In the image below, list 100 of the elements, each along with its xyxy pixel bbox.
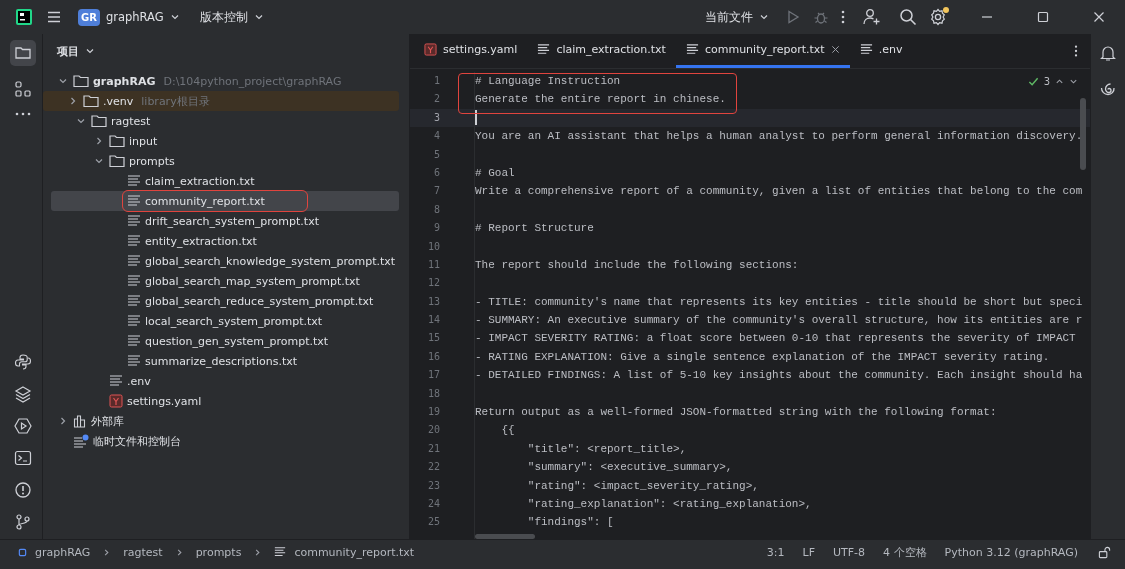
chevron-right-icon xyxy=(102,547,112,557)
breadcrumb[interactable]: prompts xyxy=(195,545,242,559)
chevron-down-icon[interactable] xyxy=(76,116,86,126)
status-item[interactable]: LF xyxy=(802,545,815,559)
line-number: 12 xyxy=(426,276,441,291)
line-number: 2 xyxy=(432,92,441,107)
tree-item[interactable]: .venv library根目录 xyxy=(43,91,399,111)
text-file-icon xyxy=(127,314,141,328)
tree-item[interactable]: global_search_reduce_system_prompt.txt xyxy=(51,291,399,311)
more-icon[interactable] xyxy=(1074,44,1078,58)
tree-item[interactable]: question_gen_system_prompt.txt xyxy=(51,331,399,351)
tree-item[interactable]: .env xyxy=(51,371,399,391)
folder-icon xyxy=(14,44,32,62)
tree-item[interactable]: entity_extraction.txt xyxy=(51,231,399,251)
tree-item[interactable]: local_search_system_prompt.txt xyxy=(51,311,399,331)
line-number: 13 xyxy=(426,294,441,309)
line-number: 24 xyxy=(426,497,441,511)
project-name: graphRAG xyxy=(105,10,164,24)
problems-icon[interactable] xyxy=(14,481,32,499)
editor-tab[interactable]: settings.yaml xyxy=(414,34,528,68)
code-line: - TITLE: community's name that represents its key entities - title should be short but speci xyxy=(475,294,1083,310)
maximize-icon[interactable] xyxy=(1037,11,1049,23)
layers-icon[interactable] xyxy=(14,385,32,403)
status-item[interactable]: 3:1 xyxy=(766,545,785,559)
run-icon[interactable] xyxy=(14,417,32,435)
text-file-icon xyxy=(127,254,141,268)
terminal-icon[interactable] xyxy=(14,449,32,467)
git-branch-icon[interactable] xyxy=(14,513,32,531)
more-icon[interactable] xyxy=(15,112,31,116)
scrollbar[interactable] xyxy=(1080,98,1086,170)
add-user-icon[interactable] xyxy=(863,8,881,26)
text-file-icon xyxy=(127,194,141,208)
status-item[interactable]: 4 个空格 xyxy=(883,544,927,560)
chevron-down-icon[interactable] xyxy=(94,156,104,166)
spiral-icon[interactable] xyxy=(1099,80,1117,98)
tree-item[interactable]: global_search_map_system_prompt.txt xyxy=(51,271,399,291)
menu-icon[interactable] xyxy=(46,9,62,25)
editor-tab[interactable]: community_report.txt xyxy=(675,34,850,68)
text-file-icon xyxy=(127,334,141,348)
editor-tab[interactable]: claim_extraction.txt xyxy=(527,34,676,68)
code-line: "rating": <impact_severity_rating>, xyxy=(526,478,759,494)
breadcrumb[interactable]: ragtest xyxy=(123,545,163,559)
line-number: 20 xyxy=(426,423,441,438)
code-line: Generate the entire report in chinese. xyxy=(475,92,726,108)
chevron-up-icon[interactable] xyxy=(1055,77,1064,86)
line-number: 14 xyxy=(426,313,441,328)
line-number: 21 xyxy=(426,441,441,456)
line-number: 17 xyxy=(426,368,441,383)
chevron-right-icon[interactable] xyxy=(58,416,68,426)
status-item[interactable]: UTF-8 xyxy=(832,545,866,559)
line-number: 11 xyxy=(426,257,441,272)
app-logo-icon[interactable] xyxy=(16,9,32,25)
text-file-icon xyxy=(127,214,141,228)
yaml-file-icon xyxy=(109,394,123,408)
text-file-icon xyxy=(127,294,141,308)
tree-item[interactable]: input xyxy=(51,131,399,151)
scrollbar[interactable] xyxy=(475,534,535,539)
tree-item[interactable]: drift_search_system_prompt.txt xyxy=(51,211,399,231)
line-number: 18 xyxy=(426,386,441,401)
tree-item[interactable]: graphRAG D:\104python_project\graphRAG xyxy=(51,71,399,91)
status-item[interactable]: Python 3.12 (graphRAG) xyxy=(944,545,1078,559)
python-icon[interactable] xyxy=(14,353,32,371)
project-tool-button[interactable] xyxy=(10,40,36,66)
tree-item[interactable]: settings.yaml xyxy=(51,391,399,411)
notifications-icon[interactable] xyxy=(1099,44,1117,62)
more-icon[interactable] xyxy=(841,9,845,25)
project-switcher[interactable]: GR graphRAG xyxy=(74,6,184,28)
lock-icon[interactable] xyxy=(1098,545,1111,559)
line-number: 15 xyxy=(426,331,441,346)
breadcrumb[interactable]: community_report.txt xyxy=(294,545,415,559)
run-config-dropdown[interactable]: 当前文件 xyxy=(701,7,773,27)
tree-item[interactable]: global_search_knowledge_system_prompt.txt xyxy=(51,251,399,271)
tree-item[interactable]: community_report.txt xyxy=(51,191,399,211)
project-badge: GR xyxy=(78,8,100,26)
tree-item[interactable]: 临时文件和控制台 xyxy=(51,431,399,451)
chevron-right-icon[interactable] xyxy=(68,96,78,106)
vcs-menu[interactable]: 版本控制 xyxy=(195,7,268,27)
search-icon[interactable] xyxy=(899,8,917,26)
settings-icon[interactable] xyxy=(929,8,947,26)
text-file-icon xyxy=(859,43,873,56)
tree-item[interactable]: summarize_descriptions.txt xyxy=(51,351,399,371)
close-icon[interactable] xyxy=(830,45,840,54)
code-line: {{ xyxy=(500,423,515,439)
chevron-down-icon[interactable] xyxy=(1069,77,1078,86)
code-line: # Language Instruction xyxy=(475,74,621,89)
notification-dot xyxy=(943,7,949,13)
structure-icon[interactable] xyxy=(14,80,32,98)
line-number: 9 xyxy=(432,221,441,236)
chevron-right-icon[interactable] xyxy=(94,136,104,146)
editor-tab[interactable]: .env xyxy=(849,34,913,68)
line-number: 22 xyxy=(426,460,441,475)
breadcrumb[interactable]: graphRAG xyxy=(35,545,91,559)
line-number: 5 xyxy=(432,147,441,162)
panel-title[interactable]: 项目 xyxy=(51,42,101,60)
chevron-down-icon[interactable] xyxy=(58,76,68,86)
close-icon[interactable] xyxy=(1093,11,1105,23)
tree-item[interactable]: prompts xyxy=(51,151,399,171)
tree-item[interactable]: 外部库 xyxy=(51,411,399,431)
tree-item[interactable]: ragtest xyxy=(51,111,399,131)
tree-item[interactable]: claim_extraction.txt xyxy=(51,171,399,191)
